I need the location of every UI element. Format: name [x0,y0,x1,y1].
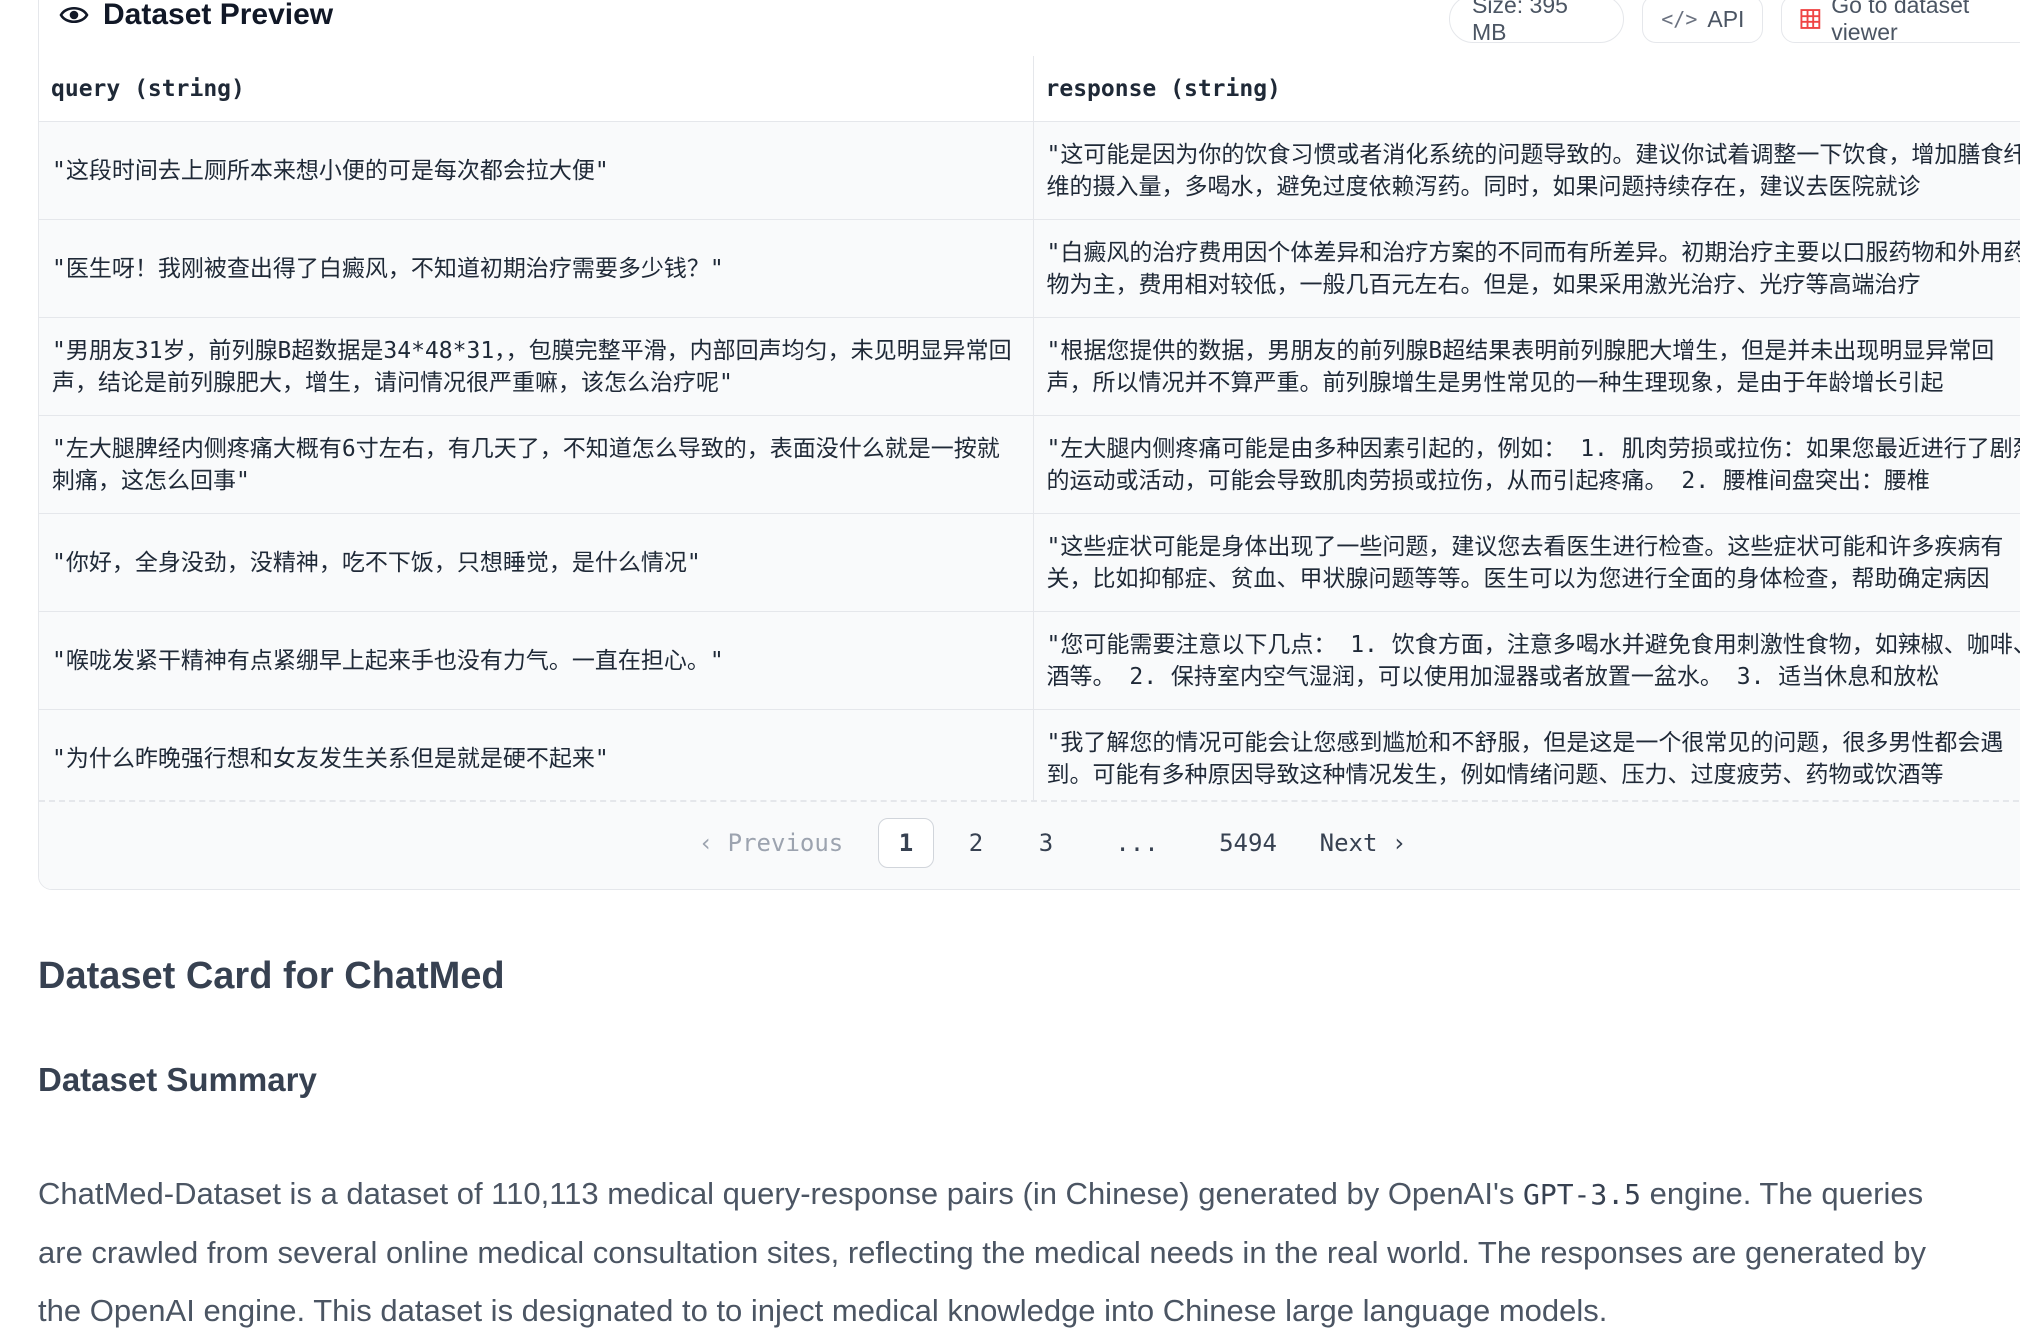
eye-icon [59,4,89,26]
dataset-card: Dataset Card for ChatMed Dataset Summary… [38,955,1988,998]
page-button-2[interactable]: 2 [941,818,1011,868]
table-row: "喉咙发紧干精神有点紧绷早上起来手也没有力气。一直在担心。" "您可能需要注意以… [39,612,2020,710]
query-cell[interactable]: "你好，全身没劲，没精神，吃不下饭，只想睡觉，是什么情况" [39,514,1033,612]
response-cell[interactable]: "这可能是因为你的饮食习惯或者消化系统的问题导致的。建议你试着调整一下饮食，增加… [1033,122,2020,220]
response-text: "左大腿内侧疼痛可能是由多种因素引起的，例如： 1. 肌肉劳损或拉伤：如果您最近… [1047,433,2020,497]
response-cell[interactable]: "白癜风的治疗费用因个体差异和治疗方案的不同而有所差异。初期治疗主要以口服药物和… [1033,220,2020,318]
summary-text-before: ChatMed-Dataset is a dataset of 110,113 … [38,1176,1523,1211]
table-row: "男朋友31岁，前列腺B超数据是34*48*31，，包膜完整平滑，内部回声均匀，… [39,318,2020,416]
size-label: Size: 395 MB [1472,0,1601,46]
query-cell[interactable]: "喉咙发紧干精神有点紧绷早上起来手也没有力气。一直在担心。" [39,612,1033,710]
previous-page-button[interactable]: ‹ Previous [671,818,871,868]
response-text: "这些症状可能是身体出现了一些问题，建议您去看医生进行检查。这些症状可能和许多疾… [1047,531,2020,595]
query-cell[interactable]: "左大腿脾经内侧疼痛大概有6寸左右，有几天了，不知道怎么导致的，表面没什么就是一… [39,416,1033,514]
query-text: "这段时间去上厕所本来想小便的可是每次都会拉大便" [52,155,1020,187]
page-button-1[interactable]: 1 [878,818,934,868]
response-text: "您可能需要注意以下几点： 1. 饮食方面，注意多喝水并避免食用刺激性食物，如辣… [1047,629,2020,693]
code-icon: </> [1661,7,1697,31]
query-cell[interactable]: "这段时间去上厕所本来想小便的可是每次都会拉大便" [39,122,1033,220]
query-cell[interactable]: "为什么昨晚强行想和女友发生关系但是就是硬不起来" [39,710,1033,808]
page-ellipsis: ... [1081,818,1193,868]
next-page-button[interactable]: Next › [1303,818,1423,868]
query-text: "喉咙发紧干精神有点紧绷早上起来手也没有力气。一直在担心。" [52,645,1020,677]
summary-heading: Dataset Summary [38,1061,317,1099]
dataset-viewer-label: Go to dataset viewer [1831,0,2020,46]
table-grid-icon [1800,8,1821,30]
engine-code: GPT-3.5 [1523,1178,1641,1211]
response-cell[interactable]: "我了解您的情况可能会让您感到尴尬和不舒服，但是这是一个很常见的问题，很多男性都… [1033,710,2020,808]
pagination: ‹ Previous 1 2 3 ... 5494 Next › [39,800,2020,890]
table-header-row: query (string) response (string) [39,56,2020,122]
response-text: "根据您提供的数据，男朋友的前列腺B超结果表明前列腺肥大增生，但是并未出现明显异… [1047,335,2020,399]
query-cell[interactable]: "医生呀！我刚被查出得了白癜风，不知道初期治疗需要多少钱？" [39,220,1033,318]
api-button[interactable]: </> API [1642,0,1763,43]
table-row: "你好，全身没劲，没精神，吃不下饭，只想睡觉，是什么情况" "这些症状可能是身体… [39,514,2020,612]
pagination-controls: ‹ Previous 1 2 3 ... 5494 Next › [671,818,1423,868]
size-badge: Size: 395 MB [1449,0,1624,43]
page-button-last[interactable]: 5494 [1193,818,1303,868]
viewer-title: Dataset Preview [59,0,333,32]
table-row: "医生呀！我刚被查出得了白癜风，不知道初期治疗需要多少钱？" "白癜风的治疗费用… [39,220,2020,318]
query-text: "你好，全身没劲，没精神，吃不下饭，只想睡觉，是什么情况" [52,547,1020,579]
table-row: "这段时间去上厕所本来想小便的可是每次都会拉大便" "这可能是因为你的饮食习惯或… [39,122,2020,220]
dataset-viewer: Dataset Preview Size: 395 MB </> API Go … [38,0,2020,890]
viewer-actions: Size: 395 MB </> API Go to dataset viewe… [1449,0,2020,43]
response-cell[interactable]: "根据您提供的数据，男朋友的前列腺B超结果表明前列腺肥大增生，但是并未出现明显异… [1033,318,2020,416]
preview-table: query (string) response (string) "这段时间去上… [39,56,2020,822]
next-label: Next [1320,829,1378,857]
column-header-query[interactable]: query (string) [39,56,1033,122]
response-cell[interactable]: "您可能需要注意以下几点： 1. 饮食方面，注意多喝水并避免食用刺激性食物，如辣… [1033,612,2020,710]
api-label: API [1707,6,1744,33]
page-button-3[interactable]: 3 [1011,818,1081,868]
query-text: "男朋友31岁，前列腺B超数据是34*48*31，，包膜完整平滑，内部回声均匀，… [52,335,1020,399]
response-cell[interactable]: "这些症状可能是身体出现了一些问题，建议您去看医生进行检查。这些症状可能和许多疾… [1033,514,2020,612]
dataset-viewer-button[interactable]: Go to dataset viewer [1781,0,2020,43]
response-text: "我了解您的情况可能会让您感到尴尬和不舒服，但是这是一个很常见的问题，很多男性都… [1047,727,2020,791]
query-cell[interactable]: "男朋友31岁，前列腺B超数据是34*48*31，，包膜完整平滑，内部回声均匀，… [39,318,1033,416]
response-cell[interactable]: "左大腿内侧疼痛可能是由多种因素引起的，例如： 1. 肌肉劳损或拉伤：如果您最近… [1033,416,2020,514]
response-text: "这可能是因为你的饮食习惯或者消化系统的问题导致的。建议你试着调整一下饮食，增加… [1047,139,2020,203]
response-text: "白癜风的治疗费用因个体差异和治疗方案的不同而有所差异。初期治疗主要以口服药物和… [1047,237,2020,301]
previous-label: Previous [728,829,844,857]
query-text: "左大腿脾经内侧疼痛大概有6寸左右，有几天了，不知道怎么导致的，表面没什么就是一… [52,433,1020,497]
query-text: "为什么昨晚强行想和女友发生关系但是就是硬不起来" [52,743,1020,775]
chevron-left-icon: ‹ [699,829,728,857]
table-row: "为什么昨晚强行想和女友发生关系但是就是硬不起来" "我了解您的情况可能会让您感… [39,710,2020,808]
column-header-response[interactable]: response (string) [1033,56,2020,122]
chevron-right-icon: › [1377,829,1406,857]
viewer-header: Dataset Preview Size: 395 MB </> API Go … [39,0,2020,57]
summary-paragraph: ChatMed-Dataset is a dataset of 110,113 … [38,1165,1938,1340]
viewer-title-text: Dataset Preview [103,0,333,32]
table-row: "左大腿脾经内侧疼痛大概有6寸左右，有几天了，不知道怎么导致的，表面没什么就是一… [39,416,2020,514]
query-text: "医生呀！我刚被查出得了白癜风，不知道初期治疗需要多少钱？" [52,253,1020,285]
card-title: Dataset Card for ChatMed [38,955,1988,998]
